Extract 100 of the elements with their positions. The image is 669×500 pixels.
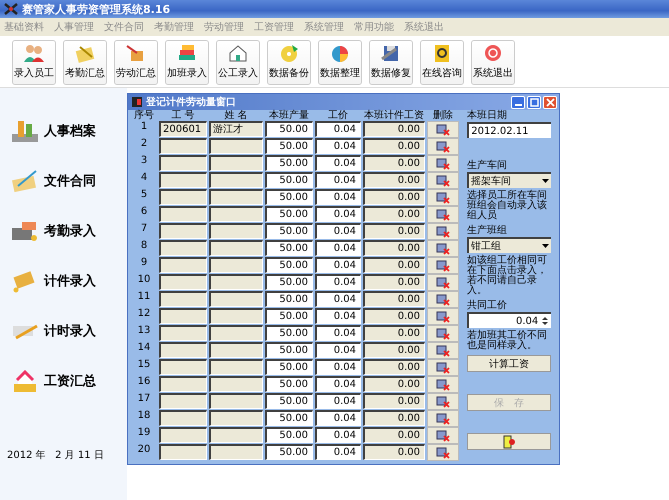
delete-button[interactable] <box>427 410 459 427</box>
delete-button[interactable] <box>427 308 459 325</box>
output-field[interactable]: 50.00 <box>265 393 313 409</box>
column-header: 工价 <box>327 110 349 121</box>
rate-spinner[interactable]: 0.04 <box>467 312 552 328</box>
team-dropdown[interactable]: 钳工组 <box>467 237 552 253</box>
sidebar-item[interactable]: 考勤录入 <box>44 222 96 240</box>
sidebar-item[interactable]: 工资汇总 <box>44 372 96 390</box>
rate-field[interactable]: 0.04 <box>315 427 361 443</box>
rate-field[interactable]: 0.04 <box>315 359 361 375</box>
rate-field[interactable]: 0.04 <box>315 189 361 205</box>
window-icon <box>131 96 143 108</box>
rate-field[interactable]: 0.04 <box>315 206 361 222</box>
delete-button[interactable] <box>427 223 459 240</box>
rate-field[interactable]: 0.04 <box>315 444 361 460</box>
output-field[interactable]: 50.00 <box>265 257 313 273</box>
output-field[interactable]: 50.00 <box>265 189 313 205</box>
output-field[interactable]: 50.00 <box>265 359 313 375</box>
rate-field[interactable]: 0.04 <box>315 121 361 137</box>
delete-button[interactable] <box>427 291 459 308</box>
output-field[interactable]: 50.00 <box>265 325 313 341</box>
output-field[interactable]: 50.00 <box>265 240 313 256</box>
delete-button[interactable] <box>427 376 459 393</box>
rate-field[interactable]: 0.04 <box>315 155 361 171</box>
rate-field[interactable]: 0.04 <box>315 376 361 392</box>
toolbar-button[interactable]: 考勤汇总 <box>63 40 107 85</box>
name-cell <box>209 274 263 290</box>
rate-field[interactable]: 0.04 <box>315 257 361 273</box>
rate-field[interactable]: 0.04 <box>315 393 361 409</box>
toolbar-button[interactable]: 劳动汇总 <box>114 40 158 85</box>
rate-field[interactable]: 0.04 <box>315 291 361 307</box>
rate-field[interactable]: 0.04 <box>315 172 361 188</box>
rate-field[interactable]: 0.04 <box>315 138 361 154</box>
row-number: 5 <box>140 189 148 202</box>
maximize-button[interactable] <box>527 96 541 108</box>
output-field[interactable]: 50.00 <box>265 155 313 171</box>
workshop-dropdown[interactable]: 摇架车间 <box>467 172 552 188</box>
row-number: 8 <box>140 240 148 253</box>
rate-field[interactable]: 0.04 <box>315 308 361 324</box>
sidebar-item[interactable]: 人事档案 <box>44 122 96 140</box>
toolbar-button[interactable]: 公工录入 <box>216 40 260 85</box>
toolbar-button[interactable]: 加班录入 <box>165 40 209 85</box>
output-field[interactable]: 50.00 <box>265 376 313 392</box>
output-field[interactable]: 50.00 <box>265 223 313 239</box>
date-field[interactable]: 2012.02.11 <box>467 122 552 138</box>
minimize-button[interactable] <box>511 96 525 108</box>
delete-button[interactable] <box>427 172 459 189</box>
employee-id-cell <box>159 189 207 205</box>
delete-button[interactable] <box>427 342 459 359</box>
output-field[interactable]: 50.00 <box>265 121 313 137</box>
name-cell <box>209 257 263 273</box>
toolbar-button[interactable]: 系统退出 <box>471 40 515 85</box>
delete-button[interactable] <box>427 325 459 342</box>
toolbar-button[interactable]: 录入员工 <box>12 40 56 85</box>
rate-field[interactable]: 0.04 <box>315 342 361 358</box>
delete-button[interactable] <box>427 240 459 257</box>
calculate-button[interactable]: 计算工资 <box>467 355 552 372</box>
output-field[interactable]: 50.00 <box>265 138 313 154</box>
delete-button[interactable] <box>427 359 459 376</box>
delete-button[interactable] <box>427 155 459 172</box>
house-icon <box>227 43 249 63</box>
rate-field[interactable]: 0.04 <box>315 240 361 256</box>
toolbar-button[interactable]: 数据备份 <box>267 40 311 85</box>
row-number: 6 <box>140 206 148 219</box>
rate-field[interactable]: 0.04 <box>315 325 361 341</box>
sidebar-item[interactable]: 计件录入 <box>44 272 96 290</box>
delete-button[interactable] <box>427 206 459 223</box>
delete-button[interactable] <box>427 189 459 206</box>
grid-delete-icon <box>436 174 450 186</box>
row-number: 9 <box>140 257 148 270</box>
row-number: 11 <box>136 291 152 304</box>
sidebar-item[interactable]: 计时录入 <box>44 322 96 340</box>
rate-field[interactable]: 0.04 <box>315 410 361 426</box>
close-button[interactable] <box>543 96 557 108</box>
output-field[interactable]: 50.00 <box>265 206 313 222</box>
row-number: 19 <box>136 427 152 440</box>
rate-field[interactable]: 0.04 <box>315 223 361 239</box>
output-field[interactable]: 50.00 <box>265 427 313 443</box>
output-field[interactable]: 50.00 <box>265 291 313 307</box>
toolbar-button[interactable]: 数据修复 <box>369 40 413 85</box>
wage-cell: 0.00 <box>363 206 425 222</box>
output-field[interactable]: 50.00 <box>265 274 313 290</box>
output-field[interactable]: 50.00 <box>265 444 313 460</box>
output-field[interactable]: 50.00 <box>265 410 313 426</box>
delete-button[interactable] <box>427 274 459 291</box>
wage-cell: 0.00 <box>363 410 425 426</box>
sidebar-item[interactable]: 文件合同 <box>44 172 96 190</box>
rate-field[interactable]: 0.04 <box>315 274 361 290</box>
delete-button[interactable] <box>427 257 459 274</box>
delete-button[interactable] <box>427 138 459 155</box>
output-field[interactable]: 50.00 <box>265 342 313 358</box>
delete-button[interactable] <box>427 444 459 461</box>
delete-button[interactable] <box>427 393 459 410</box>
output-field[interactable]: 50.00 <box>265 308 313 324</box>
delete-button[interactable] <box>427 427 459 444</box>
toolbar-button[interactable]: 数据整理 <box>318 40 362 85</box>
exit-button[interactable] <box>467 433 552 450</box>
toolbar-button[interactable]: 在线咨询 <box>420 40 464 85</box>
output-field[interactable]: 50.00 <box>265 172 313 188</box>
delete-button[interactable] <box>427 121 459 138</box>
